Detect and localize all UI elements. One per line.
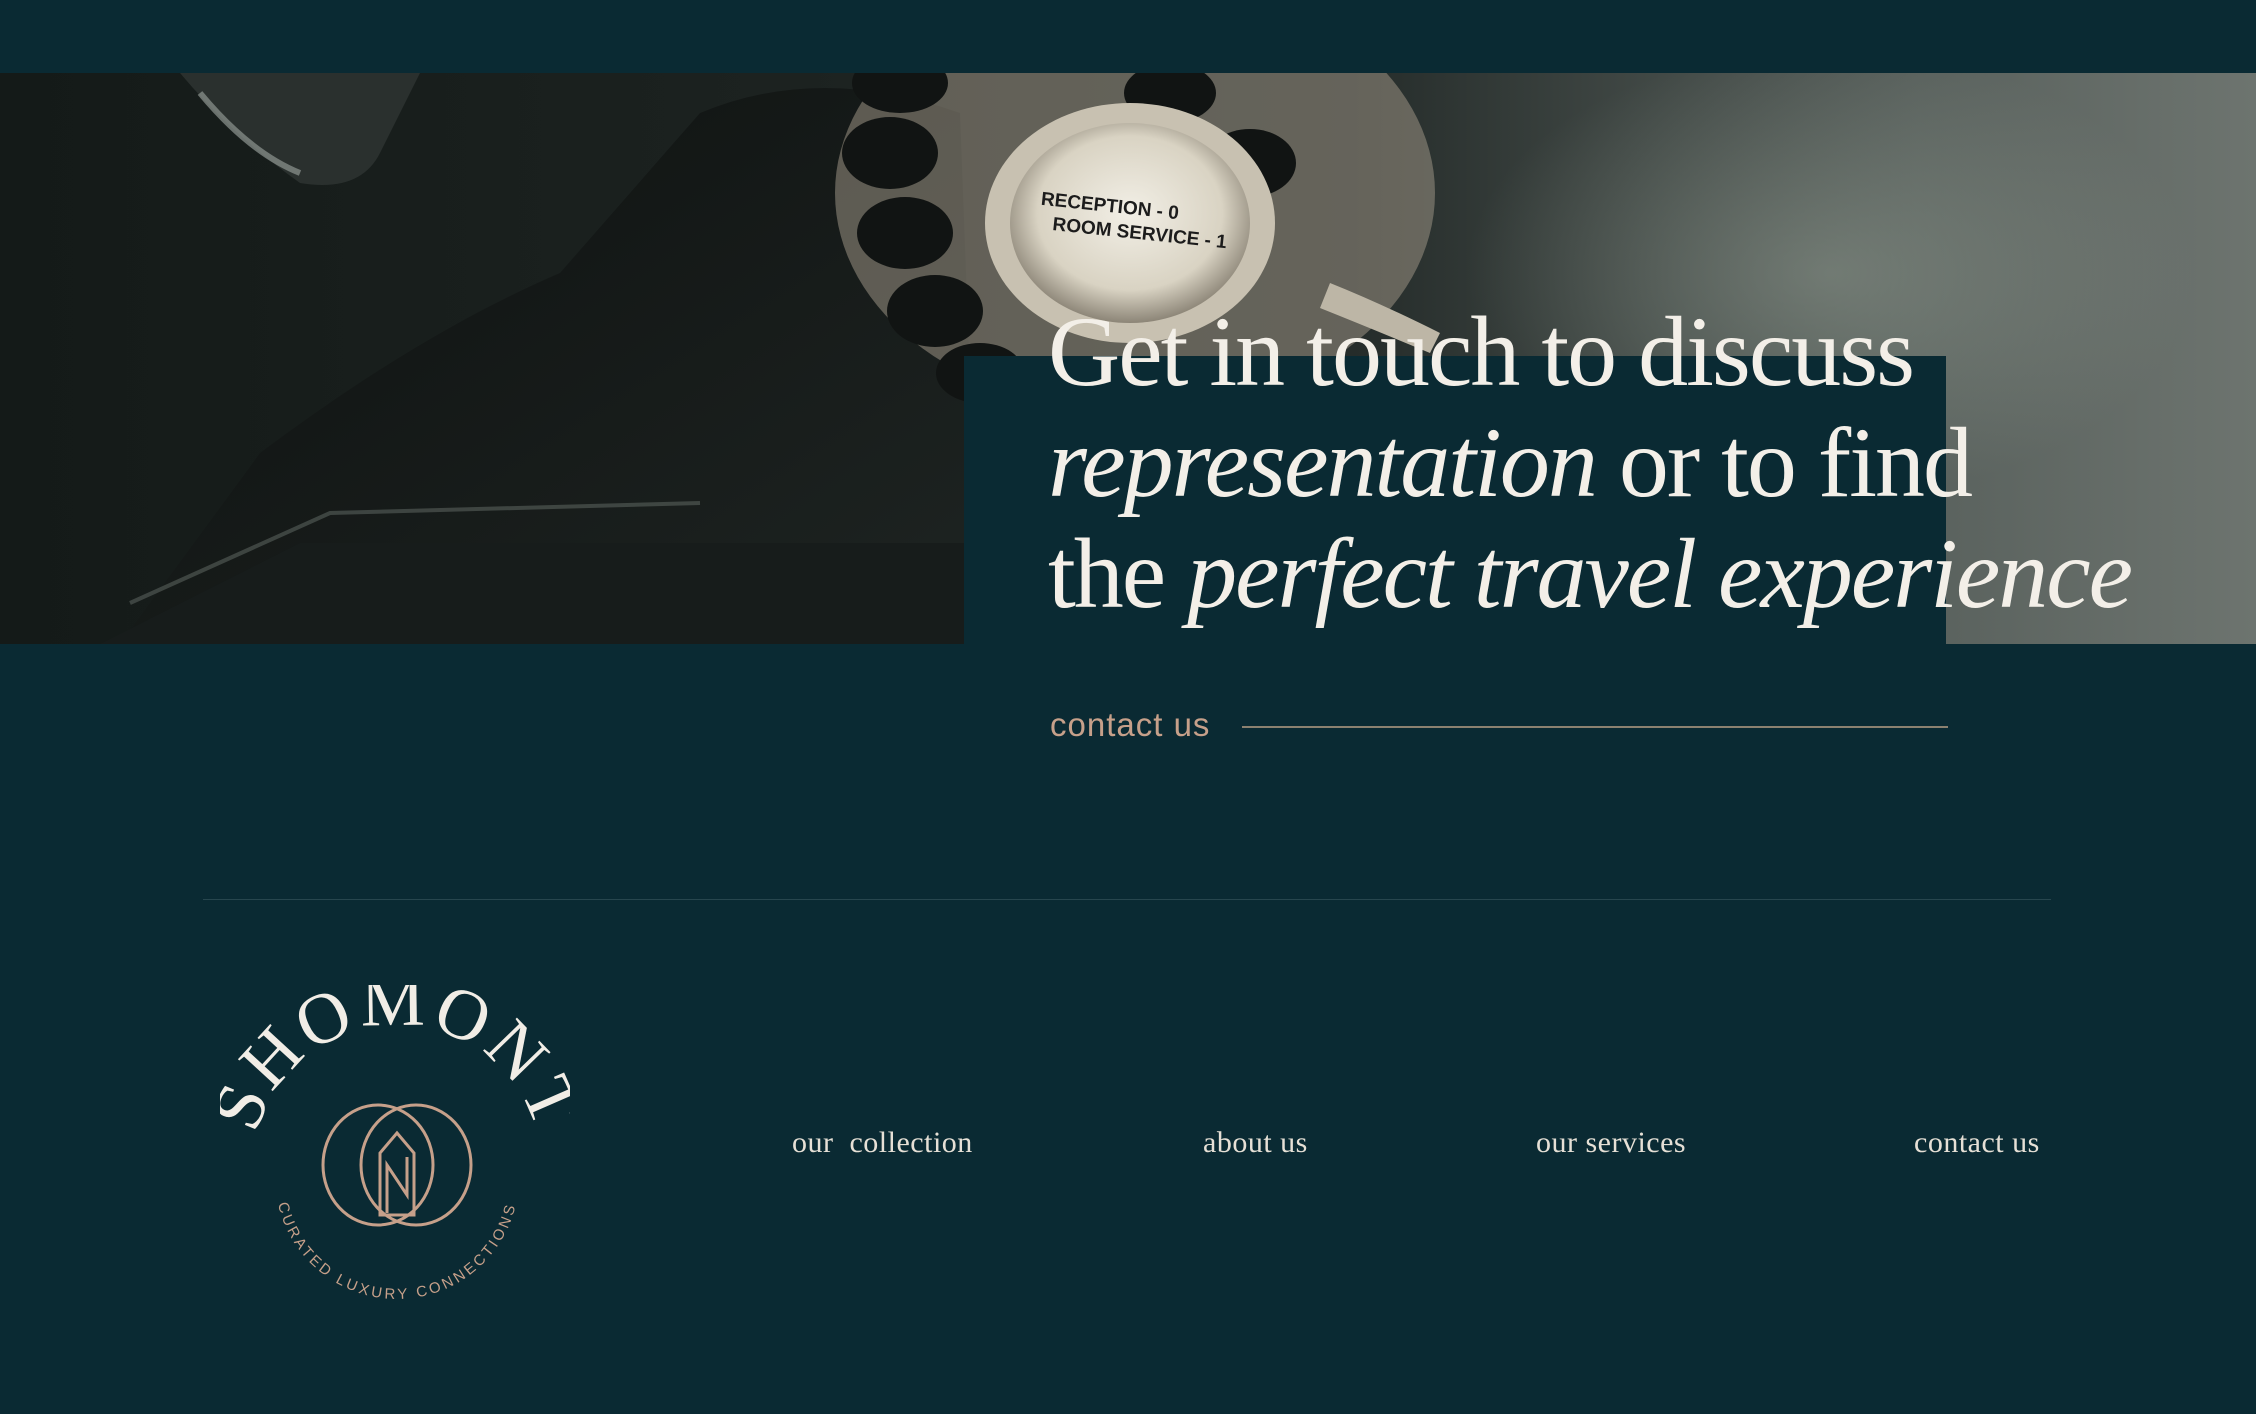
contact-us-link[interactable]: contact us — [1050, 706, 1210, 744]
contact-cta: contact us — [1050, 700, 1948, 750]
footer-nav: our collection about us our services con… — [0, 1126, 2256, 1176]
logo-name: SHOMONT — [220, 985, 570, 1140]
headline-line3-italic: perfect travel experience — [1187, 518, 2133, 629]
headline-line3-start: the — [1048, 518, 1188, 629]
footer-link-contact-us[interactable]: contact us — [1914, 1126, 2040, 1160]
footer-link-our-services[interactable]: our services — [1536, 1126, 1686, 1160]
footer-link-our-collection[interactable]: our collection — [792, 1126, 973, 1160]
headline-line2-italic: representation — [1048, 407, 1598, 518]
page-headline: Get in touch to discuss representation o… — [1048, 296, 2168, 629]
headline-line2-rest: or to find — [1595, 407, 1973, 518]
headline-line1: Get in touch to discuss — [1048, 296, 1915, 407]
cta-divider-line — [1242, 726, 1948, 728]
section-divider — [203, 899, 2051, 900]
footer-link-about-us[interactable]: about us — [1203, 1126, 1308, 1160]
